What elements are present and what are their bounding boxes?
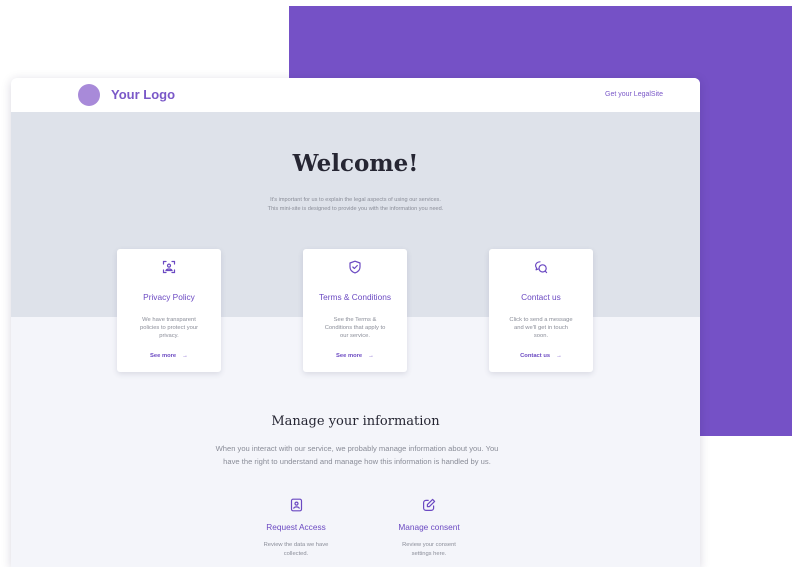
desc-line: See the Terms & [333, 317, 377, 323]
hero-subtitle-line-1: It's important for us to explain the leg… [270, 197, 441, 203]
terms-conditions-title: Terms & Conditions [319, 292, 391, 302]
legal-site-window: Your Logo Get your LegalSite Welcome! It… [11, 78, 700, 567]
arrow-right-icon: → [182, 353, 188, 359]
shield-check-icon [303, 260, 407, 274]
arrow-right-icon: → [556, 353, 562, 359]
manage-information-title: Manage your information [271, 414, 440, 429]
request-access-feature[interactable]: Request Access Review the data we have c… [236, 498, 356, 559]
privacy-see-more-link[interactable]: See more → [117, 353, 221, 359]
get-legalsite-link[interactable]: Get your LegalSite [605, 91, 663, 98]
chat-bubbles-icon [489, 260, 593, 274]
welcome-title: Welcome! [292, 150, 419, 177]
top-navigation-bar: Your Logo Get your LegalSite [11, 78, 700, 112]
contact-us-card[interactable]: Contact us Click to send a message and w… [489, 249, 593, 372]
desc-line: soon. [533, 333, 549, 339]
manage-consent-feature[interactable]: Manage consent Review your consent setti… [369, 498, 489, 559]
terms-conditions-description: See the Terms & Conditions that apply to… [319, 316, 391, 340]
terms-conditions-card[interactable]: Terms & Conditions See the Terms & Condi… [303, 249, 407, 372]
edit-consent-icon [369, 498, 489, 512]
manage-consent-title: Manage consent [398, 522, 460, 532]
desc-line: Review the data we have [263, 542, 329, 548]
manage-consent-description: Review your consent settings here. [369, 541, 489, 559]
desc-line: settings here. [411, 551, 447, 557]
desc-line: Review your consent [402, 542, 456, 548]
manage-information-subtitle: When you interact with our service, we p… [181, 442, 533, 468]
contact-us-description: Click to send a message and we'll get in… [505, 316, 577, 340]
contact-us-link[interactable]: Contact us → [489, 353, 593, 359]
desc-line: collected. [283, 551, 309, 557]
desc-line: Conditions that apply to [324, 325, 386, 331]
request-access-title: Request Access [266, 522, 326, 532]
logo-text[interactable]: Your Logo [111, 87, 175, 102]
desc-line: privacy. [159, 333, 179, 339]
link-label: See more [336, 353, 363, 359]
privacy-policy-card[interactable]: Privacy Policy We have transparent polic… [117, 249, 221, 372]
terms-see-more-link[interactable]: See more → [303, 353, 407, 359]
id-badge-icon [236, 498, 356, 512]
subtitle-line: have the right to understand and manage … [223, 457, 491, 466]
privacy-policy-description: We have transparent policies to protect … [133, 316, 205, 340]
desc-line: We have transparent [142, 317, 196, 323]
privacy-policy-title: Privacy Policy [143, 292, 195, 302]
arrow-right-icon: → [368, 353, 374, 359]
hero-subtitle-line-2: This mini-site is designed to provide yo… [267, 206, 444, 212]
link-label: Contact us [520, 353, 551, 359]
desc-line: and we'll get in touch [514, 325, 568, 331]
user-shield-icon [117, 260, 221, 274]
desc-line: Click to send a message [509, 317, 573, 323]
link-label: See more [150, 353, 177, 359]
request-access-description: Review the data we have collected. [236, 541, 356, 559]
contact-us-title: Contact us [521, 292, 561, 302]
subtitle-line: When you interact with our service, we p… [215, 444, 499, 453]
desc-line: policies to protect your [140, 325, 198, 331]
desc-line: our service. [340, 333, 370, 339]
logo-circle-icon[interactable] [78, 84, 100, 106]
